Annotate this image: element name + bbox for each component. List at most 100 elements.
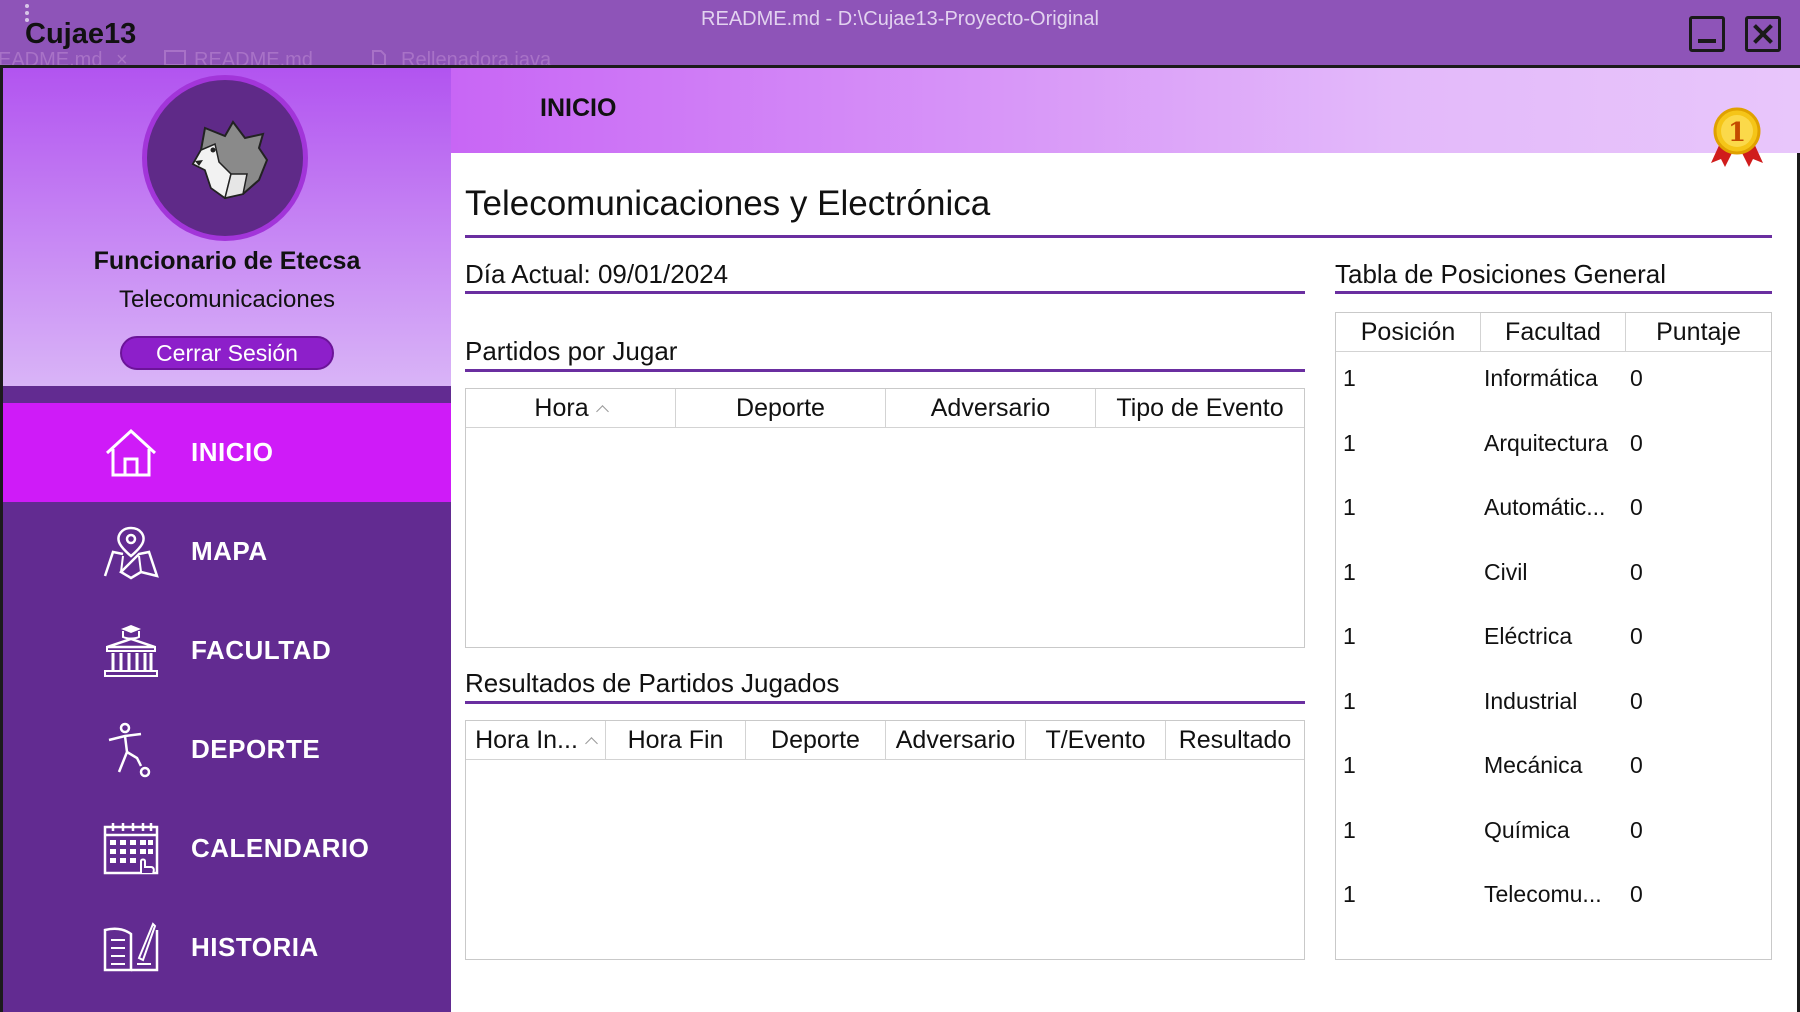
nav-item-deporte[interactable]: DEPORTE (3, 700, 451, 799)
position-cell: 1 (1343, 494, 1356, 520)
table-row[interactable]: 1 Química 0 (1336, 811, 1771, 851)
table-row[interactable]: 1 Informática 0 (1336, 359, 1771, 399)
score-cell: 0 (1630, 494, 1643, 520)
medal-number: 1 (1728, 118, 1746, 148)
column-header-deporte[interactable]: Deporte (746, 721, 886, 759)
faculty-cell: Mecánica (1484, 752, 1583, 778)
column-header-tipo-evento[interactable]: Tipo de Evento (1096, 389, 1304, 427)
column-header-hora[interactable]: Hora (466, 389, 676, 427)
column-header-adversario[interactable]: Adversario (886, 721, 1026, 759)
map-icon (103, 526, 159, 580)
nav-label: MAPA (191, 536, 268, 566)
standings-label: Tabla de Posiciones General (1335, 259, 1666, 289)
table-row[interactable]: 1 Automátic... 0 (1336, 488, 1771, 528)
column-header-tipo-evento[interactable]: T/Evento (1026, 721, 1166, 759)
column-header-hora-inicio[interactable]: Hora In... (466, 721, 606, 759)
position-cell: 1 (1343, 623, 1356, 649)
nav-item-mapa[interactable]: MAPA (3, 502, 451, 601)
calendar-icon (103, 823, 159, 875)
position-cell: 1 (1343, 365, 1356, 391)
faculty-cell: Informática (1484, 365, 1598, 391)
table-row[interactable]: 1 Civil 0 (1336, 553, 1771, 593)
column-header-deporte[interactable]: Deporte (676, 389, 886, 427)
column-header-hora-fin[interactable]: Hora Fin (606, 721, 746, 759)
nav-label: DEPORTE (191, 734, 321, 764)
score-cell: 0 (1630, 816, 1643, 843)
position-cell: 1 (1343, 687, 1356, 714)
column-header-label: Hora In... (475, 726, 578, 754)
standings-divider (1335, 291, 1772, 294)
page-header: INICIO (451, 68, 1800, 153)
column-header-label: Hora (534, 394, 589, 422)
nav-item-facultad[interactable]: FACULTAD (3, 601, 451, 700)
results-table[interactable]: Hora In... Hora Fin Deporte Adversario T… (465, 720, 1305, 960)
table-row[interactable]: 1 Eléctrica 0 (1336, 617, 1771, 657)
page-title: Telecomunicaciones y Electrónica (465, 184, 991, 223)
position-cell: 1 (1343, 816, 1356, 843)
column-header-resultado[interactable]: Resultado (1166, 721, 1304, 759)
position-cell: 1 (1343, 429, 1356, 456)
table-header: Posición Facultad Puntaje (1336, 313, 1771, 352)
score-cell: 0 (1630, 365, 1643, 391)
upcoming-matches-label: Partidos por Jugar (465, 336, 678, 366)
building-icon (104, 625, 158, 677)
standings-table[interactable]: Posición Facultad Puntaje 1 Informática 0 1… (1335, 312, 1772, 960)
position-cell: 1 (1343, 752, 1356, 778)
column-header-posicion[interactable]: Posición (1336, 313, 1481, 351)
faculty-cell: Automátic... (1484, 494, 1606, 520)
score-cell: 0 (1630, 687, 1643, 714)
current-day-divider (465, 291, 1305, 294)
current-day-label: Día Actual: 09/01/2024 (465, 259, 729, 289)
faculty-cell: Civil (1484, 558, 1528, 585)
table-header: Hora In... Hora Fin Deporte Adversario T… (466, 721, 1304, 760)
column-header-adversario[interactable]: Adversario (886, 389, 1096, 427)
results-divider (465, 701, 1305, 704)
close-window-button[interactable] (1745, 16, 1781, 52)
score-cell: 0 (1630, 752, 1643, 778)
window-title: README.md - D:\Cujae13-Proyecto-Original (701, 8, 1099, 30)
table-header: Hora Deporte Adversario Tipo de Evento (466, 389, 1304, 428)
column-header-puntaje[interactable]: Puntaje (1626, 313, 1771, 351)
header-title: INICIO (540, 94, 617, 122)
first-place-medal-icon: 1 (1711, 107, 1763, 167)
user-name: Funcionario de Etecsa (93, 247, 361, 275)
nav-item-inicio[interactable]: INICIO (3, 403, 451, 502)
column-header-facultad[interactable]: Facultad (1481, 313, 1626, 351)
sort-ascending-icon (595, 405, 609, 418)
logout-button[interactable]: Cerrar Sesión (120, 336, 334, 370)
main-nav: INICIO MAPA FACULTAD DEPORTE CALENDARIO … (3, 403, 451, 997)
window-titlebar[interactable]: Cujae13 README.md - D:\Cujae13-Proyecto-… (0, 0, 1800, 67)
book-icon (103, 922, 159, 972)
user-faculty: Telecomunicaciones (118, 286, 336, 313)
table-row[interactable]: 1 Arquitectura 0 (1336, 424, 1771, 464)
nav-label: CALENDARIO (191, 833, 370, 863)
score-cell: 0 (1630, 881, 1643, 907)
soccer-player-icon (108, 722, 151, 778)
table-row[interactable]: 1 Mecánica 0 (1336, 746, 1771, 786)
results-label: Resultados de Partidos Jugados (465, 668, 840, 698)
nav-item-historia[interactable]: HISTORIA (3, 898, 451, 997)
position-cell: 1 (1343, 881, 1356, 907)
faculty-cell: Industrial (1484, 687, 1578, 714)
table-row[interactable]: 1 Telecomu... 0 (1336, 875, 1771, 915)
minimize-button[interactable] (1689, 16, 1725, 52)
score-cell: 0 (1630, 429, 1643, 456)
upcoming-matches-table[interactable]: Hora Deporte Adversario Tipo de Evento (465, 388, 1305, 648)
home-icon (105, 428, 157, 477)
nav-item-calendario[interactable]: CALENDARIO (3, 799, 451, 898)
score-cell: 0 (1630, 558, 1643, 585)
title-divider (465, 235, 1772, 238)
nav-label: HISTORIA (191, 932, 319, 962)
faculty-cell: Telecomu... (1484, 881, 1602, 907)
nav-label: FACULTAD (191, 635, 332, 665)
faculty-cell: Química (1484, 816, 1570, 843)
faculty-cell: Eléctrica (1484, 623, 1573, 649)
app-frame: Funcionario de Etecsa Telecomunicaciones… (0, 65, 1800, 1012)
nav-label: INICIO (191, 437, 274, 467)
profile-panel: Funcionario de Etecsa Telecomunicaciones… (3, 68, 451, 386)
score-cell: 0 (1630, 623, 1643, 649)
upcoming-matches-divider (465, 369, 1305, 372)
table-row[interactable]: 1 Industrial 0 (1336, 682, 1771, 722)
position-cell: 1 (1343, 558, 1356, 585)
faculty-cell: Arquitectura (1484, 429, 1609, 456)
